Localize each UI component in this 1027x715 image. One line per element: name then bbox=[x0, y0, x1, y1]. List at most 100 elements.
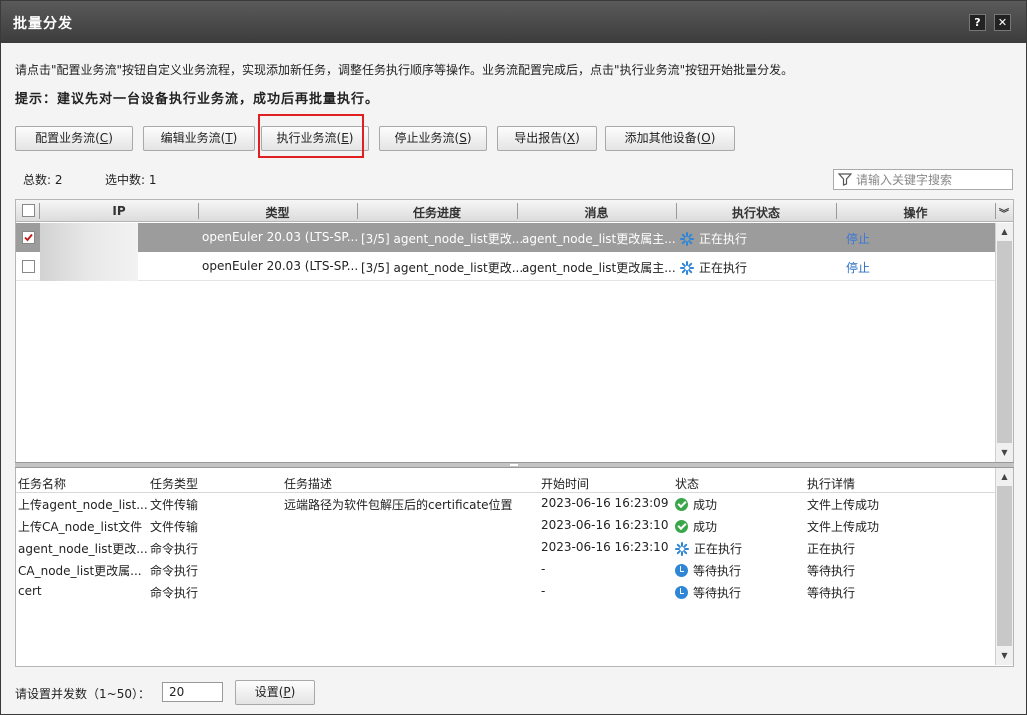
selected-count: 选中数: 1 bbox=[105, 173, 157, 187]
task-name: 上传agent_node_list... bbox=[18, 498, 148, 512]
button-suffix: ) bbox=[232, 131, 238, 145]
task-desc: 远端路径为软件包解压后的certificate位置 bbox=[284, 498, 513, 512]
task-table-scrollbar[interactable]: ▲ ▼ bbox=[995, 468, 1013, 665]
task-name: cert bbox=[18, 584, 42, 598]
stop-link[interactable]: 停止 bbox=[846, 259, 870, 276]
task-name: CA_node_list更改属... bbox=[18, 564, 142, 578]
status-text: 等待执行 bbox=[693, 586, 742, 600]
progress-cell: [3/5] agent_node_list更改... bbox=[361, 232, 524, 246]
add-other-devices-button[interactable]: 添加其他设备(O) bbox=[605, 126, 735, 151]
column-header-ip[interactable]: IP bbox=[40, 204, 198, 218]
select-all-checkbox[interactable] bbox=[22, 204, 35, 217]
task-type: 命令执行 bbox=[150, 586, 199, 600]
progress-cell: [3/5] agent_node_list更改... bbox=[361, 261, 524, 275]
button-suffix: ) bbox=[710, 131, 716, 145]
type-cell: openEuler 20.03 (LTS-SP... bbox=[202, 230, 359, 244]
task-row[interactable]: 上传agent_node_list... 文件传输 远端路径为软件包解压后的ce… bbox=[16, 493, 995, 515]
dialog-title: 批量分发 bbox=[13, 16, 73, 32]
shortcut-key: S bbox=[459, 131, 467, 145]
task-type: 文件传输 bbox=[150, 498, 199, 512]
task-row[interactable]: CA_node_list更改属... 命令执行 - 等待执行 等待执行 bbox=[16, 559, 995, 581]
column-header-action: 操作 bbox=[903, 206, 928, 220]
column-header-state: 状态 bbox=[675, 477, 700, 491]
ip-cell bbox=[40, 252, 138, 281]
status-text: 成功 bbox=[693, 498, 718, 512]
button-label: 添加其他设备( bbox=[624, 131, 702, 145]
grip-icon bbox=[510, 464, 518, 466]
task-name: 上传CA_node_list文件 bbox=[18, 520, 143, 534]
ip-cell bbox=[40, 223, 138, 252]
scroll-down-icon[interactable]: ▼ bbox=[996, 647, 1013, 664]
column-header-progress[interactable]: 任务进度 bbox=[357, 204, 517, 221]
scroll-thumb[interactable] bbox=[997, 241, 1012, 443]
task-start: 2023-06-16 16:23:10 bbox=[541, 518, 669, 532]
concurrency-input[interactable] bbox=[162, 682, 223, 702]
search-box[interactable] bbox=[833, 169, 1013, 190]
message-cell: agent_node_list更改属主... bbox=[522, 232, 676, 246]
configure-workflow-button[interactable]: 配置业务流(C) bbox=[15, 126, 133, 151]
task-detail: 文件上传成功 bbox=[807, 520, 880, 534]
shortcut-key: X bbox=[566, 131, 576, 145]
task-row[interactable]: 上传CA_node_list文件 文件传输 2023-06-16 16:23:1… bbox=[16, 515, 995, 537]
help-icon[interactable]: ? bbox=[969, 14, 986, 31]
status-text: 成功 bbox=[693, 520, 718, 534]
success-icon bbox=[675, 520, 688, 533]
task-status: 等待执行 bbox=[675, 562, 741, 579]
task-start: - bbox=[541, 562, 546, 576]
search-input[interactable] bbox=[856, 171, 1006, 188]
column-header-message[interactable]: 消息 bbox=[517, 204, 676, 221]
total-count: 总数: 2 bbox=[23, 173, 63, 187]
status-text: 正在执行 bbox=[699, 232, 748, 246]
close-icon[interactable]: ✕ bbox=[994, 14, 1011, 31]
task-table: 任务名称 任务类型 任务描述 开始时间 状态 执行详情 上传agent_node… bbox=[15, 468, 1014, 667]
row-checkbox[interactable] bbox=[22, 260, 35, 273]
running-icon bbox=[675, 542, 689, 556]
export-report-button[interactable]: 导出报告(X) bbox=[497, 126, 597, 151]
task-status: 正在执行 bbox=[675, 540, 742, 557]
stop-link[interactable]: 停止 bbox=[846, 230, 870, 247]
column-header-status[interactable]: 执行状态 bbox=[676, 204, 836, 221]
clock-icon bbox=[675, 586, 688, 599]
scroll-thumb[interactable] bbox=[997, 486, 1012, 646]
type-cell: openEuler 20.03 (LTS-SP... bbox=[202, 259, 359, 273]
task-row[interactable]: cert 命令执行 - 等待执行 等待执行 bbox=[16, 581, 995, 603]
running-icon bbox=[680, 261, 694, 275]
check-icon bbox=[24, 233, 33, 242]
column-menu-icon[interactable]: ︾ bbox=[995, 205, 1013, 220]
column-header-task-type: 任务类型 bbox=[150, 477, 199, 491]
device-table-scrollbar[interactable]: ▲ ▼ bbox=[995, 223, 1013, 462]
set-button[interactable]: 设置(P) bbox=[235, 680, 315, 705]
column-header-task-desc: 任务描述 bbox=[284, 477, 333, 491]
stop-workflow-button[interactable]: 停止业务流(S) bbox=[379, 126, 487, 151]
column-header-type[interactable]: 类型 bbox=[198, 204, 357, 221]
title-bar[interactable]: 批量分发 ? ✕ bbox=[1, 1, 1026, 43]
status-text: 正在执行 bbox=[699, 261, 748, 275]
status-text: 等待执行 bbox=[693, 564, 742, 578]
filter-icon bbox=[838, 173, 852, 186]
task-row[interactable]: agent_node_list更改... 命令执行 2023-06-16 16:… bbox=[16, 537, 995, 559]
column-header-task-name: 任务名称 bbox=[18, 477, 67, 491]
button-label: 编辑业务流( bbox=[160, 131, 226, 145]
shortcut-key: O bbox=[701, 131, 711, 145]
edit-workflow-button[interactable]: 编辑业务流(T) bbox=[143, 126, 255, 151]
shortcut-key: C bbox=[99, 131, 109, 145]
table-row[interactable]: openEuler 20.03 (LTS-SP... [3/5] agent_n… bbox=[16, 252, 995, 281]
task-type: 文件传输 bbox=[150, 520, 199, 534]
scroll-up-icon[interactable]: ▲ bbox=[996, 223, 1013, 240]
success-icon bbox=[675, 498, 688, 511]
task-detail: 等待执行 bbox=[807, 564, 856, 578]
table-row[interactable]: openEuler 20.03 (LTS-SP... [3/5] agent_n… bbox=[16, 223, 995, 252]
button-label: 配置业务流( bbox=[35, 131, 100, 145]
button-suffix: ) bbox=[466, 131, 472, 145]
scroll-up-icon[interactable]: ▲ bbox=[996, 468, 1013, 485]
batch-distribute-dialog: 批量分发 ? ✕ 请点击"配置业务流"按钮自定义业务流程，实现添加新任务，调整任… bbox=[0, 0, 1027, 715]
instructions-text: 请点击"配置业务流"按钮自定义业务流程，实现添加新任务，调整任务执行顺序等操作。… bbox=[15, 63, 794, 77]
task-detail: 等待执行 bbox=[807, 586, 856, 600]
column-header-start-time: 开始时间 bbox=[541, 477, 590, 491]
scroll-down-icon[interactable]: ▼ bbox=[996, 444, 1013, 461]
task-status: 成功 bbox=[675, 496, 717, 513]
device-table: IP 类型 任务进度 消息 执行状态 操作 ︾ openEuler 20.03 … bbox=[15, 199, 1014, 463]
row-checkbox[interactable] bbox=[22, 231, 35, 244]
concurrency-label: 请设置并发数（1~50）： bbox=[15, 687, 150, 701]
running-icon bbox=[680, 232, 694, 246]
